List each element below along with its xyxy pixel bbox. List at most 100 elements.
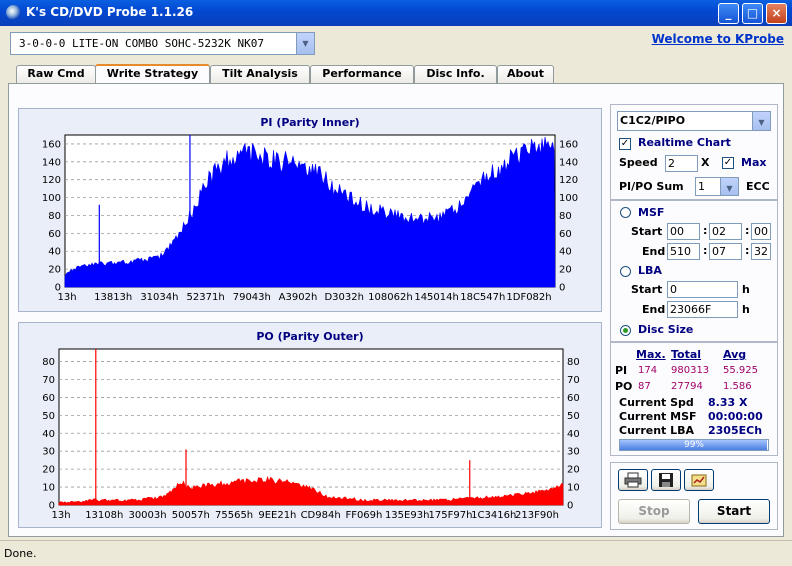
msf-end-min-input[interactable]: 510 <box>667 243 700 260</box>
lba-end-input[interactable]: 23066F <box>667 301 738 318</box>
msf-end-label: End <box>642 245 666 258</box>
welcome-link[interactable]: Welcome to KProbe <box>652 32 784 46</box>
tab-disc-info[interactable]: Disc Info. <box>414 65 497 83</box>
pi-x-tick-label: 31034h <box>140 292 178 303</box>
pi-y-tick-label: 120 <box>42 175 61 186</box>
actions-panel: Stop Start <box>610 462 778 530</box>
pi-y2-tick-label: 60 <box>559 229 572 240</box>
max-label: Max <box>741 156 767 169</box>
maximize-button[interactable]: □ <box>742 3 763 24</box>
msf-radio[interactable] <box>620 207 631 218</box>
colon-separator: : <box>703 224 708 237</box>
pi-x-tick-label: 18C547h <box>460 292 505 303</box>
title-bar: K's CD/DVD Probe 1.1.26 _ □ × <box>0 0 792 26</box>
pi-y2-tick-label: 160 <box>559 139 578 150</box>
stats-po-avg: 1.586 <box>723 381 752 392</box>
minimize-button[interactable]: _ <box>718 3 739 24</box>
po-y-tick-label: 50 <box>42 411 55 422</box>
start-button[interactable]: Start <box>698 499 770 524</box>
app-icon <box>6 5 21 20</box>
po-x-tick-label: 75565h <box>215 510 253 521</box>
current-lba-value: 2305ECh <box>708 424 763 437</box>
tab-performance[interactable]: Performance <box>310 65 414 83</box>
lba-radio[interactable] <box>620 266 631 277</box>
tab-about[interactable]: About <box>497 65 554 83</box>
drive-select[interactable]: 3-0-0-0 LITE-ON COMBO SOHC-5232K NK07 ▼ <box>10 32 315 55</box>
po-y2-tick-label: 80 <box>567 357 580 368</box>
pi-y2-tick-label: 0 <box>559 283 565 294</box>
tab-raw-cmd[interactable]: Raw Cmd <box>16 65 96 83</box>
lba-start-input[interactable]: 0 <box>667 281 738 298</box>
po-x-tick-label: 13108h <box>85 510 123 521</box>
pi-x-tick-label: 13h <box>57 292 76 303</box>
po-y-tick-label: 70 <box>42 375 55 386</box>
max-checkbox[interactable]: ✓ <box>722 157 734 169</box>
disc-size-radio[interactable] <box>620 325 631 336</box>
chevron-down-icon[interactable]: ▼ <box>296 33 314 54</box>
chevron-down-icon[interactable]: ▼ <box>720 178 738 195</box>
po-chart-plot: 0 010 1020 2030 3040 4050 5060 6070 7080 8013h 131… <box>42 348 580 521</box>
realtime-chart-checkbox[interactable]: ✓ <box>619 138 631 150</box>
pi-y2-tick-label: 120 <box>559 175 578 186</box>
pi-chart-plot: 0 020 2040 4060 6080 80100 100120 120140 140160 1… <box>42 134 578 303</box>
msf-end-sec-input[interactable]: 07 <box>709 243 742 260</box>
current-msf-label: Current MSF <box>619 410 697 423</box>
pi-y2-tick-label: 20 <box>559 265 572 276</box>
pi-x-tick-label: 145014h <box>414 292 459 303</box>
po-y-tick-label: 40 <box>42 429 55 440</box>
po-x-tick-label: 30003h <box>128 510 166 521</box>
stats-po-total: 27794 <box>671 381 703 392</box>
pipo-sum-select[interactable]: 1 ▼ <box>695 177 739 196</box>
po-x-tick-label: 1C3416h <box>471 510 516 521</box>
lba-label: LBA <box>638 264 662 277</box>
ecc-label: ECC <box>746 180 770 193</box>
stats-header-max: Max. <box>636 348 666 361</box>
msf-start-min-input[interactable]: 00 <box>667 223 700 240</box>
stats-pi-total: 980313 <box>671 365 710 376</box>
mode-select[interactable]: C1C2/PIPO ▼ <box>617 111 771 131</box>
pi-y2-tick-label: 100 <box>559 193 578 204</box>
status-bar: Done. <box>0 540 792 566</box>
po-y2-tick-label: 50 <box>567 411 580 422</box>
realtime-chart-label: Realtime Chart <box>638 136 731 149</box>
po-y2-tick-label: 60 <box>567 393 580 404</box>
po-y2-tick-label: 10 <box>567 483 580 494</box>
current-spd-value: 8.33 X <box>708 396 748 409</box>
progress-text: 99% <box>683 440 704 450</box>
po-y-tick-label: 20 <box>42 465 55 476</box>
disc-size-label: Disc Size <box>638 323 694 336</box>
stop-button[interactable]: Stop <box>618 499 690 524</box>
tab-write-strategy[interactable]: Write Strategy <box>95 64 210 84</box>
msf-start-label: Start <box>631 225 663 238</box>
lba-start-unit: h <box>742 283 750 296</box>
po-y2-tick-label: 20 <box>567 465 580 476</box>
po-plot-area <box>58 348 564 506</box>
lba-end-unit: h <box>742 303 750 316</box>
msf-start-frame-input[interactable]: 00 <box>751 223 771 240</box>
tab-tilt-analysis[interactable]: Tilt Analysis <box>210 65 310 83</box>
stats-po-label: PO <box>615 380 633 393</box>
pi-y-tick-label: 80 <box>48 211 61 222</box>
pi-x-tick-label: 79043h <box>233 292 271 303</box>
po-x-tick-label: 175F97h <box>429 510 473 521</box>
close-button[interactable]: × <box>766 3 787 24</box>
stats-po-max: 87 <box>638 381 651 392</box>
po-y2-tick-label: 40 <box>567 429 580 440</box>
chart-open-icon <box>691 474 707 487</box>
po-chart: PO (Parity Outer) 0 0 10 10 20 20 30 30 40 40 50 50… <box>18 322 602 528</box>
stats-pi-max: 174 <box>638 365 658 376</box>
speed-label: Speed <box>619 156 658 169</box>
chevron-down-icon[interactable]: ▼ <box>752 112 770 130</box>
po-x-tick-label: 9EE21h <box>258 510 296 521</box>
msf-end-frame-input[interactable]: 32 <box>751 243 771 260</box>
open-chart-button[interactable] <box>684 469 714 491</box>
stats-pi-label: PI <box>615 364 628 377</box>
settings-panel: C1C2/PIPO ▼ ✓ Realtime Chart Speed 2 X ✓… <box>610 104 778 200</box>
print-button[interactable] <box>618 469 648 491</box>
msf-start-sec-input[interactable]: 02 <box>709 223 742 240</box>
save-button[interactable] <box>651 469 681 491</box>
pi-y-tick-label: 160 <box>42 139 61 150</box>
pi-y2-tick-label: 40 <box>559 247 572 258</box>
speed-input[interactable]: 2 <box>665 155 698 172</box>
po-x-tick-label: 50057h <box>172 510 210 521</box>
